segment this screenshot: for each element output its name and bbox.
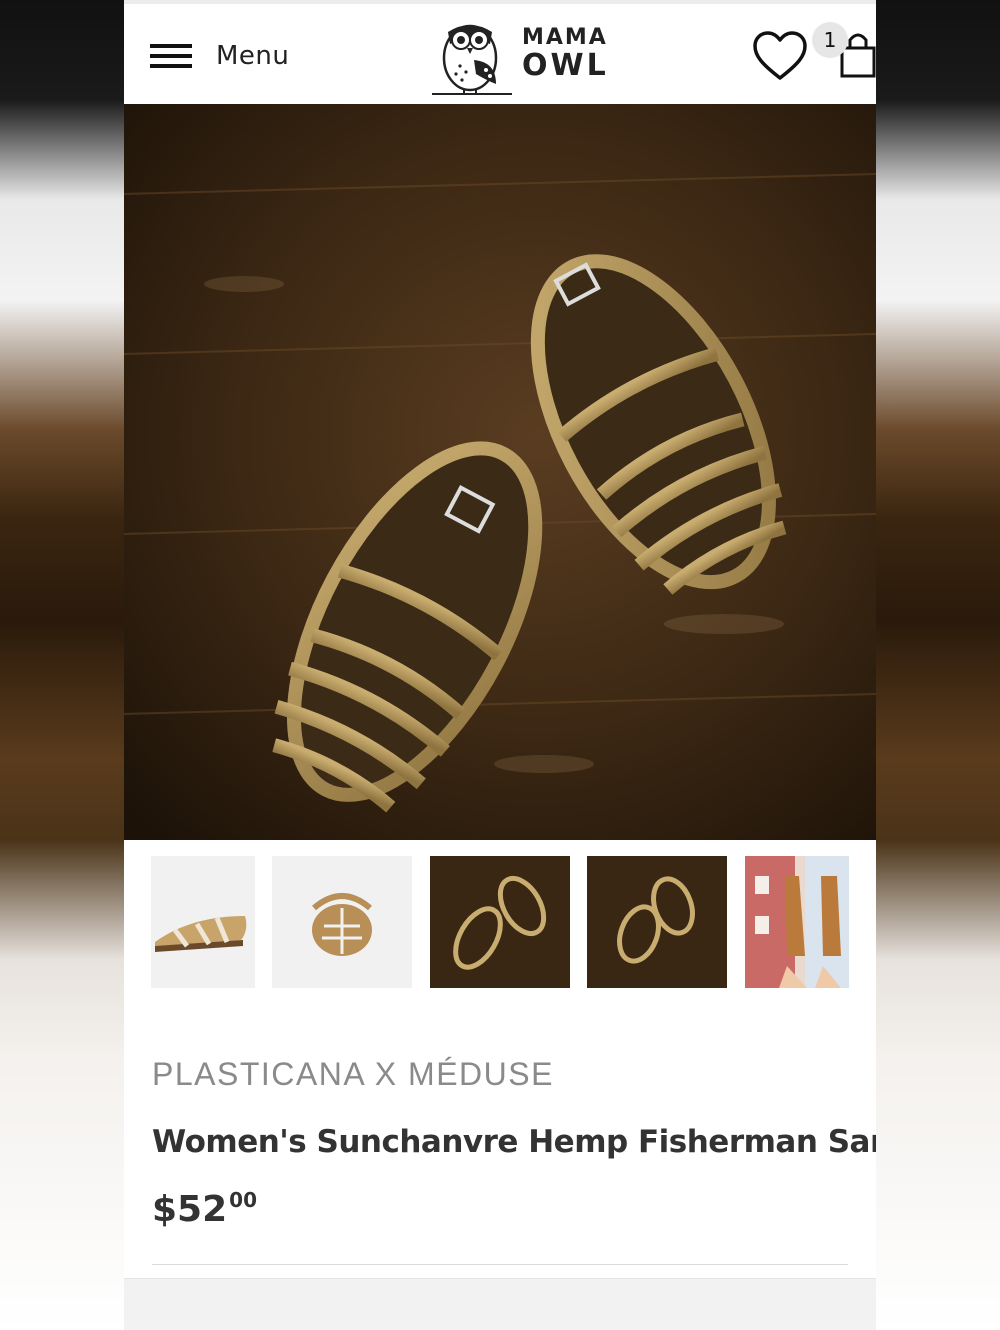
price-main: $52 [152,1189,228,1230]
price-cents: 00 [229,1188,257,1212]
thumbnail-5-image [745,856,849,988]
mobile-page: Menu MAMA OWL 1 PLASTICANA X MÉDUSE Wome… [124,0,876,1330]
cart-count-badge: 1 [812,22,848,58]
thumbnail-5[interactable] [745,856,849,988]
thumbnail-3[interactable] [430,856,570,988]
main-product-image[interactable] [124,104,876,840]
logo-text-line1: MAMA [522,25,608,50]
site-header: Menu MAMA OWL 1 [124,0,876,104]
thumbnail-1-image [155,916,247,952]
sandals-on-wood-image [124,104,876,840]
below-fold-section [124,1278,876,1330]
thumbnail-4-image [617,876,695,964]
mama-owl-logo[interactable]: MAMA OWL [430,8,610,100]
thumbnail-strip [124,856,876,990]
thumbnail-2[interactable] [272,856,412,988]
thumbnail-3-image [453,876,547,970]
product-title: Women's Sunchanvre Hemp Fisherman Sandal… [152,1124,876,1160]
product-price: $52 00 [152,1188,257,1230]
thumbnail-2-image [312,893,372,956]
logo-text-line2: OWL [522,48,609,83]
section-divider [152,1264,848,1265]
wishlist-heart-icon[interactable] [752,30,808,82]
owl-logo-icon [432,24,512,95]
thumbnail-4[interactable] [587,856,727,988]
product-brand[interactable]: PLASTICANA X MÉDUSE [152,1056,554,1093]
thumbnail-1[interactable] [151,856,255,988]
menu-label: Menu [216,41,290,71]
hamburger-icon [150,44,192,68]
menu-button[interactable]: Menu [150,38,289,74]
